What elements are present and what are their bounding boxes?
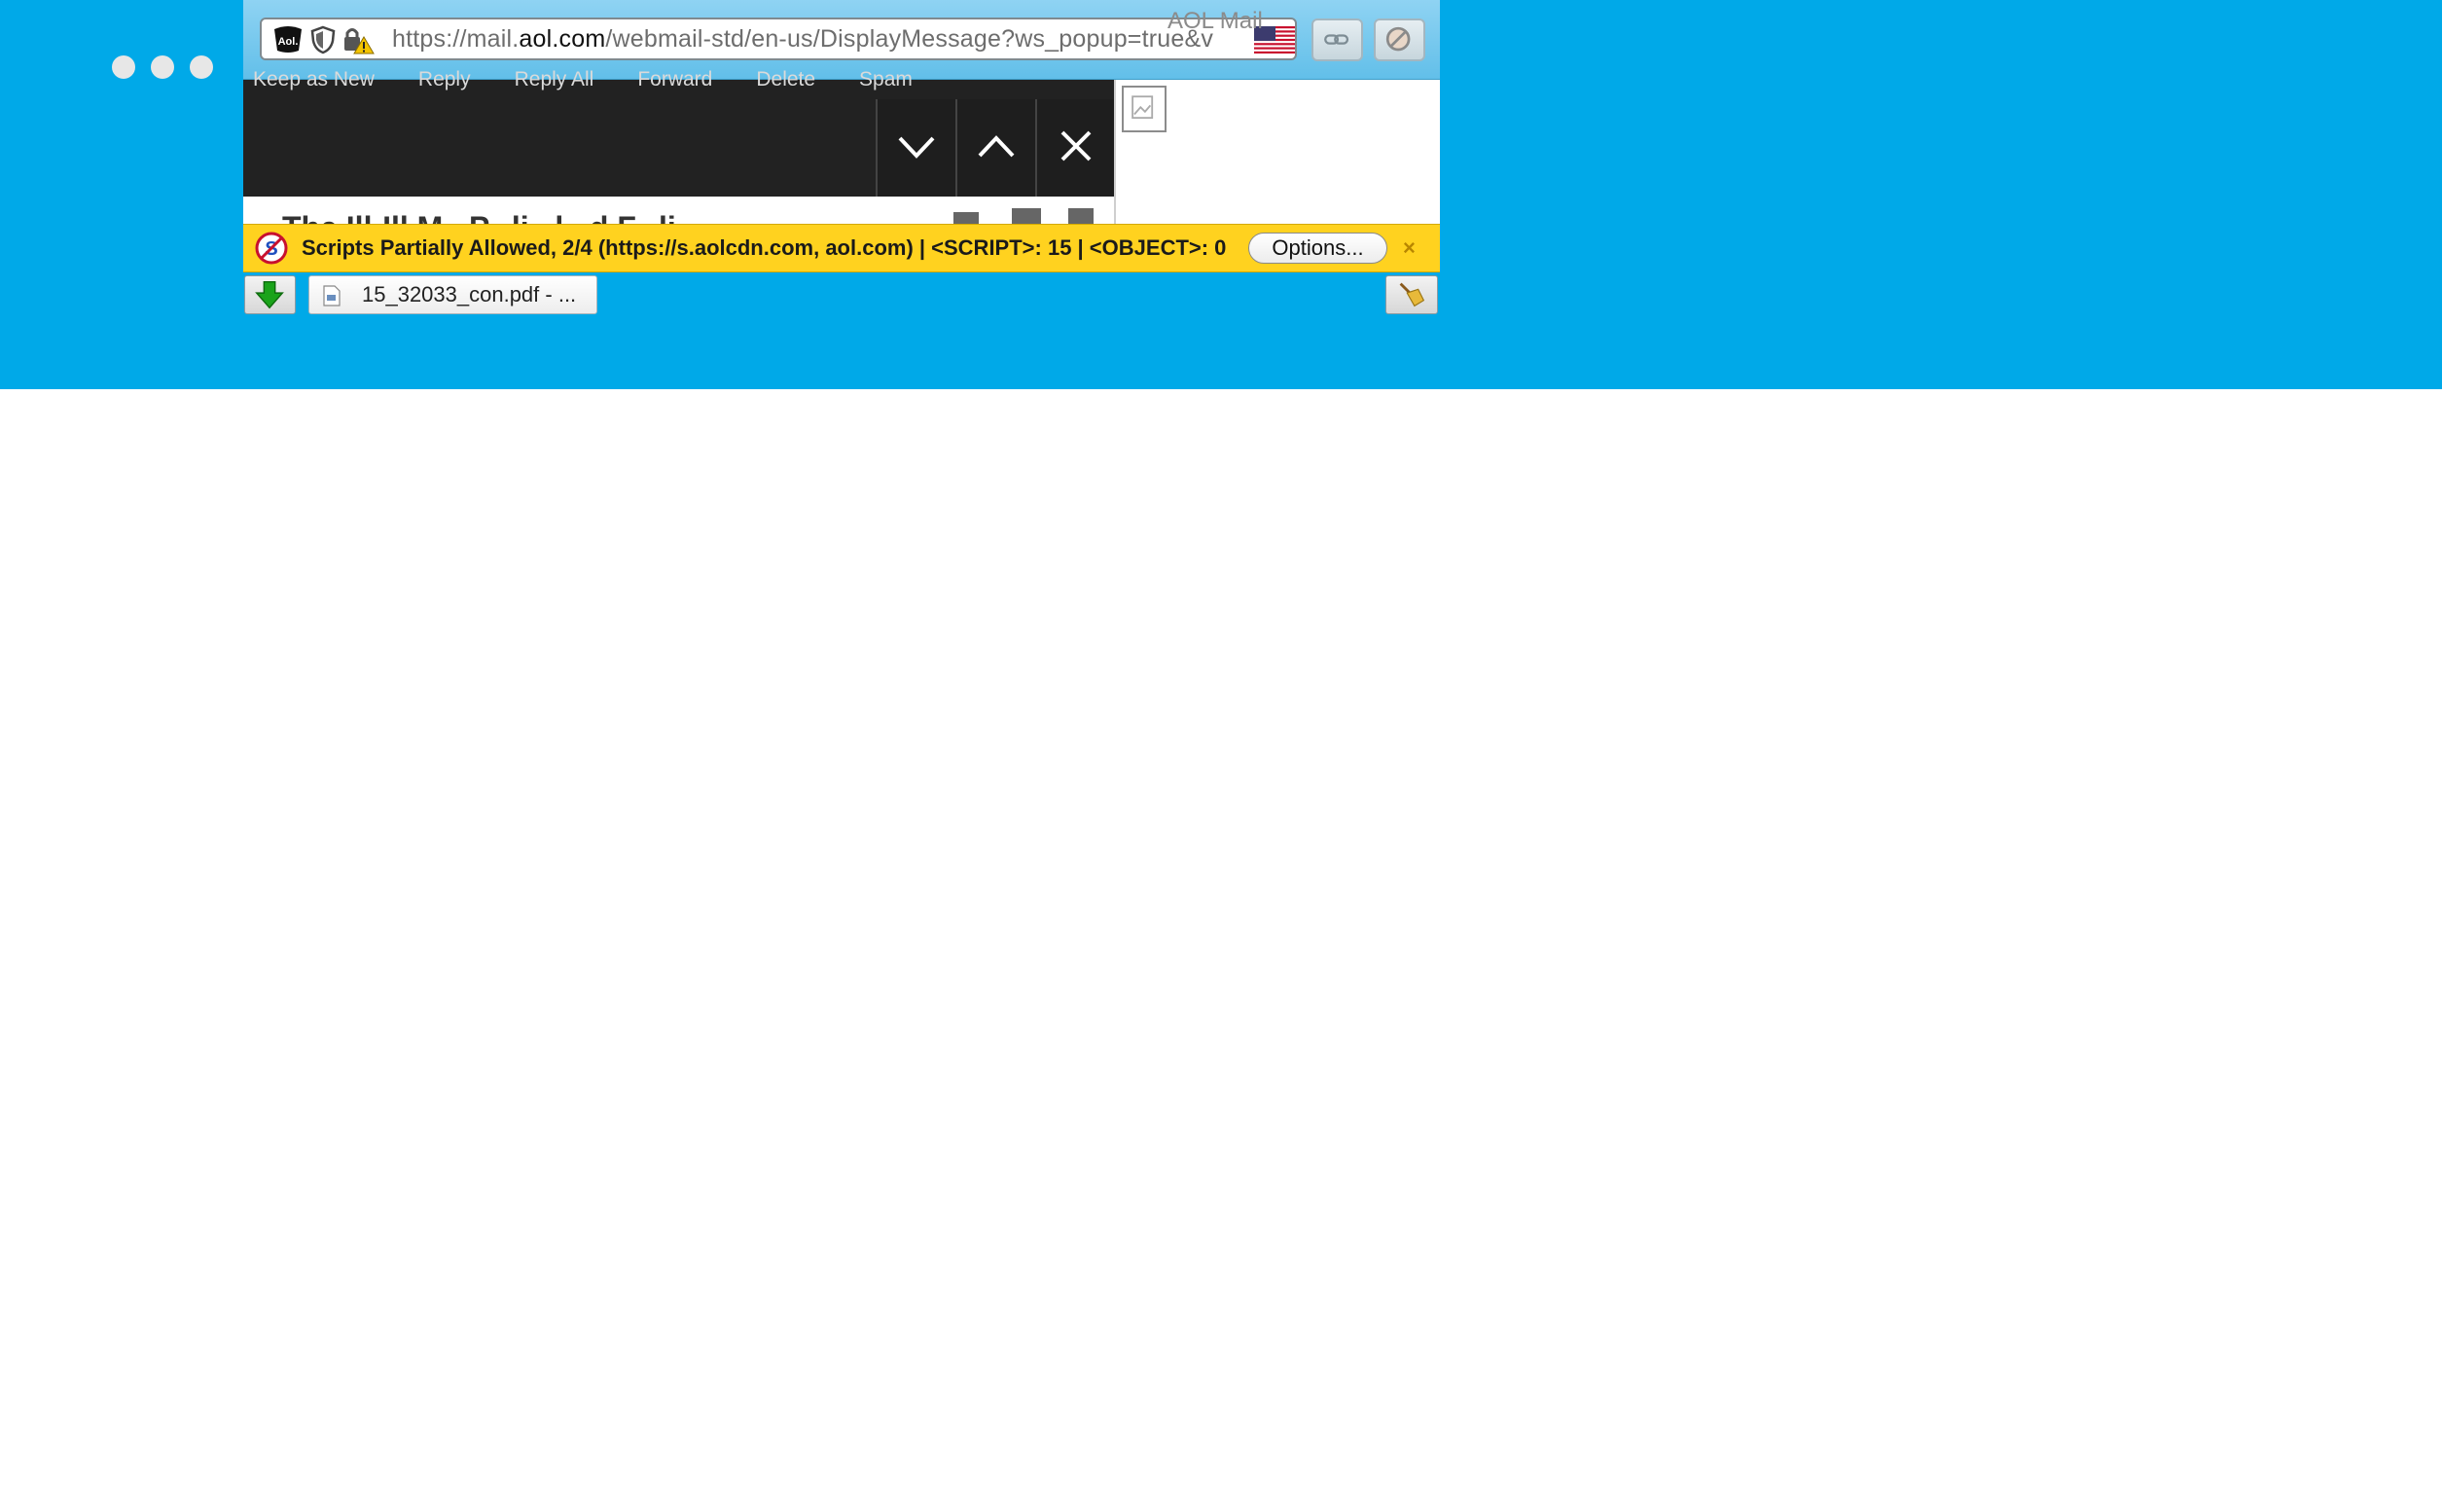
next-message-button[interactable] [876, 99, 955, 197]
download-file-label: 15_32033_con.pdf - ... [362, 282, 577, 306]
noscript-message: Scripts Partially Allowed, 2/4 (https://… [302, 235, 1227, 260]
message-toolbar: Keep as New Reply Reply All Forward Dele… [243, 68, 1115, 197]
chevron-down-icon [898, 136, 935, 159]
close-window-button[interactable] [112, 55, 135, 79]
url-domain: aol.com [519, 25, 606, 53]
noscript-close-button[interactable]: × [1403, 225, 1416, 271]
url-prefix: https://mail. [392, 25, 520, 53]
minimize-window-button[interactable] [151, 55, 174, 79]
window-controls [112, 55, 213, 79]
close-message-button[interactable] [1035, 99, 1115, 197]
message-subject: The Ill-Ill M...P...li...l...d F...li... [282, 210, 701, 224]
noscript-notification-bar: S Scripts Partially Allowed, 2/4 (https:… [243, 224, 1440, 272]
close-icon [1060, 130, 1092, 162]
blocked-icon [1385, 26, 1411, 52]
downloads-bar: 15_32033_con.pdf - ... [243, 272, 1440, 316]
svg-text:Aol.: Aol. [278, 36, 299, 48]
download-item[interactable]: 15_32033_con.pdf - ... [308, 275, 597, 314]
reply-button[interactable]: Reply [418, 68, 471, 91]
message-body: The Ill-Ill M...P...li...l...d F...li... [243, 197, 1114, 224]
noscript-options-button[interactable]: Options... [1248, 233, 1387, 264]
aol-mail-popup-window: Aol. https://mail.aol.com/webmail-std/en… [243, 0, 1440, 316]
side-panel [1114, 80, 1440, 224]
noscript-logo-icon: S [255, 232, 288, 265]
broom-icon [1399, 282, 1425, 307]
chevron-up-icon [978, 135, 1015, 158]
block-button[interactable] [1374, 18, 1425, 61]
downloads-button[interactable] [244, 275, 296, 314]
shield-icon[interactable] [310, 25, 336, 54]
aol-favicon-icon: Aol. [274, 26, 302, 53]
message-actions: Keep as New Reply Reply All Forward Dele… [253, 68, 913, 91]
url-text: https://mail.aol.com/webmail-std/en-us/D… [392, 19, 1229, 58]
window-title: AOL Mail [1167, 8, 1263, 34]
previous-message-button[interactable] [955, 99, 1035, 197]
lock-warning-icon[interactable] [341, 25, 375, 54]
delete-button[interactable]: Delete [756, 68, 815, 91]
pdf-file-icon [323, 285, 341, 306]
message-action-icons[interactable] [953, 206, 1109, 224]
image-placeholder-icon[interactable] [1122, 86, 1167, 132]
address-bar[interactable]: Aol. https://mail.aol.com/webmail-std/en… [260, 18, 1297, 60]
zoom-window-button[interactable] [190, 55, 213, 79]
spam-button[interactable]: Spam [859, 68, 913, 91]
clear-downloads-button[interactable] [1385, 275, 1438, 314]
download-arrow-icon [255, 280, 284, 309]
forward-button[interactable]: Forward [637, 68, 712, 91]
link-button[interactable] [1311, 18, 1363, 61]
reply-all-button[interactable]: Reply All [515, 68, 594, 91]
link-icon [1324, 34, 1349, 45]
url-rest: /webmail-std/en-us/DisplayMessage?ws_pop… [605, 25, 1214, 53]
keep-as-new-button[interactable]: Keep as New [253, 68, 375, 91]
